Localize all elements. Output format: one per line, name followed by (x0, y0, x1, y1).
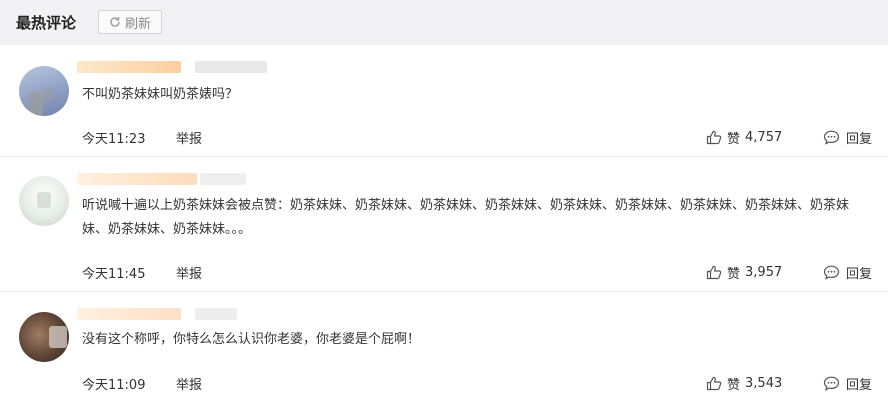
comment-time: 今天11:09 (82, 378, 146, 393)
like-button[interactable]: 赞 3,957 (706, 263, 782, 282)
user-meta-redacted (200, 173, 246, 185)
reply-button[interactable]: 回复 (823, 374, 872, 393)
avatar-mosaic (43, 88, 53, 102)
like-button[interactable]: 赞 3,543 (706, 374, 782, 393)
user-meta-redacted (195, 308, 237, 320)
avatar[interactable] (19, 176, 69, 226)
comment-time: 今天11:45 (82, 267, 146, 282)
report-button[interactable]: 举报 (176, 263, 202, 282)
reply-label: 回复 (846, 132, 873, 147)
avatar-mosaic (29, 92, 43, 116)
comment-item: 听说喊十遍以上奶茶妹妹会被点赞：奶茶妹妹、奶茶妹妹、奶茶妹妹、奶茶妹妹、奶茶妹妹… (0, 157, 888, 292)
user-meta-redacted (195, 61, 267, 73)
refresh-button[interactable]: 刷新 (98, 10, 162, 34)
like-label: 赞 (727, 267, 741, 282)
comments-header: 最热评论 刷新 (0, 0, 888, 45)
avatar-mosaic (49, 326, 67, 348)
comment-text: 不叫奶茶妹妹叫奶茶婊吗？ (82, 87, 239, 102)
like-button[interactable]: 赞 4,757 (706, 128, 782, 147)
avatar[interactable] (19, 66, 69, 116)
reply-button[interactable]: 回复 (823, 263, 872, 282)
username-redacted[interactable] (77, 308, 181, 320)
section-title: 最热评论 (16, 14, 77, 32)
username-redacted[interactable] (77, 61, 181, 73)
comment-time: 今天11:23 (82, 132, 146, 147)
comment-item: 不叫奶茶妹妹叫奶茶婊吗？ 今天11:23 举报 赞 4,757 回复 (0, 45, 888, 157)
refresh-label: 刷新 (124, 16, 151, 32)
reply-label: 回复 (846, 267, 873, 282)
reply-label: 回复 (846, 378, 873, 393)
like-count: 3,957 (745, 265, 783, 280)
avatar[interactable] (19, 312, 69, 362)
comment-item: 没有这个称呼，你特么怎么认识你老婆，你老婆是个屁啊！ 今天11:09 举报 赞 … (0, 292, 888, 404)
reply-button[interactable]: 回复 (823, 128, 872, 147)
report-button[interactable]: 举报 (176, 374, 202, 393)
username-redacted[interactable] (77, 173, 197, 185)
avatar-mosaic (37, 192, 51, 208)
thumbs-up-icon (706, 265, 722, 280)
like-label: 赞 (727, 132, 741, 147)
thumbs-up-icon (706, 130, 722, 145)
thumbs-up-icon (706, 376, 722, 391)
like-count: 3,543 (745, 376, 783, 391)
report-button[interactable]: 举报 (176, 128, 202, 147)
comment-bubble-icon (823, 130, 840, 145)
like-count: 4,757 (745, 130, 783, 145)
comment-bubble-icon (823, 376, 840, 391)
comment-text: 没有这个称呼，你特么怎么认识你老婆，你老婆是个屁啊！ (82, 332, 421, 347)
refresh-icon (109, 16, 121, 28)
like-label: 赞 (727, 378, 741, 393)
comment-bubble-icon (823, 265, 840, 280)
comment-text: 听说喊十遍以上奶茶妹妹会被点赞：奶茶妹妹、奶茶妹妹、奶茶妹妹、奶茶妹妹、奶茶妹妹… (82, 198, 850, 237)
